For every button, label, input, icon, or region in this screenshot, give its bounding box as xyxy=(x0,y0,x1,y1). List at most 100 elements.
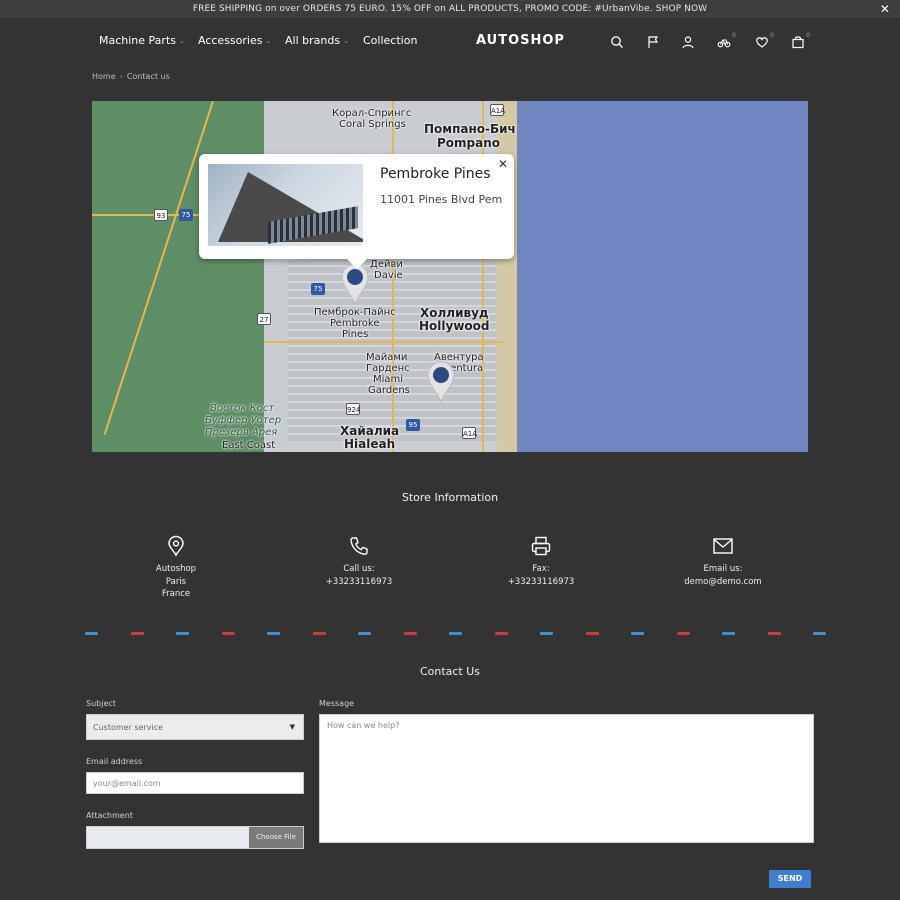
promo-bar: FREE SHIPPING on over ORDERS 75 EURO. 15… xyxy=(0,0,900,18)
map-label: Дейви xyxy=(370,259,403,270)
divider-dash xyxy=(767,632,781,635)
map-label: Гарденс xyxy=(366,363,410,374)
phone-number[interactable]: +33233116973 xyxy=(284,576,434,589)
map-label: Pompano xyxy=(437,136,501,150)
map-road xyxy=(264,341,504,343)
close-icon[interactable]: ✕ xyxy=(498,157,508,171)
nav-item-machine-parts[interactable]: Machine Parts ⌄ xyxy=(99,34,185,47)
map-road-shield: 75 xyxy=(311,283,325,295)
envelope-icon xyxy=(712,535,734,557)
phone-label: Call us: xyxy=(343,564,375,574)
search-icon[interactable] xyxy=(610,35,624,49)
promo-text[interactable]: FREE SHIPPING on over ORDERS 75 EURO. 15… xyxy=(193,4,707,14)
cart-badge: 0 xyxy=(806,32,810,39)
divider-dash xyxy=(403,632,417,635)
contact-title: Contact Us xyxy=(419,665,481,678)
map-label: Хайалиа xyxy=(340,424,400,438)
divider-dash xyxy=(267,632,280,635)
compare-badge: 0 xyxy=(732,32,736,39)
section-divider xyxy=(85,632,826,635)
map-label: Холливуд xyxy=(420,306,489,320)
send-button[interactable]: SEND xyxy=(769,870,811,888)
map-label: East Coast xyxy=(222,440,276,451)
subject-label: Subject xyxy=(86,699,116,708)
compare-icon[interactable]: 0 xyxy=(717,32,736,49)
divider-dash xyxy=(631,632,644,635)
site-logo[interactable]: AUTOSHOP xyxy=(476,33,565,48)
fax-number: +33233116973 xyxy=(507,576,575,587)
map-road-shield: A1A xyxy=(490,104,505,116)
store-fax: Fax: +33233116973 xyxy=(466,535,616,588)
email-field[interactable]: your@email.com xyxy=(86,772,304,794)
divider-dash xyxy=(540,632,553,635)
nav-item-label: Accessories xyxy=(198,34,263,47)
map-pin-aventura[interactable] xyxy=(426,361,456,403)
map-label: Pines xyxy=(342,329,369,340)
attachment-field[interactable]: Choose File xyxy=(86,826,304,849)
wishlist-badge: 0 xyxy=(770,32,774,39)
message-textarea[interactable]: How can we help? xyxy=(319,714,814,843)
map-label: Gardens xyxy=(368,385,410,396)
phone-icon xyxy=(348,535,370,557)
cart-icon[interactable]: 0 xyxy=(791,32,810,49)
divider-dash xyxy=(130,632,144,635)
map-road-shield: 93 xyxy=(154,209,168,221)
map-label: Davie xyxy=(374,270,403,281)
map-label: Презерв Арея xyxy=(205,427,278,438)
address-line: France xyxy=(161,589,191,599)
divider-dash xyxy=(358,632,371,635)
map-label: Coral Springs xyxy=(339,119,406,130)
map-popup: Pembroke Pines 11001 Pines Blvd Pem ✕ xyxy=(199,154,514,269)
chevron-down-icon: ⌄ xyxy=(179,37,185,45)
divider-dash xyxy=(813,632,826,635)
popup-title: Pembroke Pines xyxy=(380,166,491,182)
nav-item-collection[interactable]: Collection xyxy=(363,34,417,47)
map-road-shield: 75 xyxy=(179,209,193,221)
map-pin-pembroke-pines[interactable] xyxy=(340,263,370,305)
flag-icon[interactable] xyxy=(646,35,660,49)
choose-file-button[interactable]: Choose File xyxy=(249,827,303,848)
nav-item-label: All brands xyxy=(285,34,341,47)
store-email: Email us: demo@demo.com xyxy=(648,535,798,588)
divider-dash xyxy=(312,632,326,635)
map-road-shield: 924 xyxy=(346,403,360,415)
nav-item-label: Collection xyxy=(363,34,418,47)
map-label: Miami xyxy=(373,374,404,385)
divider-dash xyxy=(494,632,508,635)
nav-item-all-brands[interactable]: All brands ⌄ xyxy=(285,34,349,47)
store-address: Autoshop Paris France xyxy=(101,535,251,601)
map-road-shield: A1A xyxy=(462,427,477,439)
breadcrumb-current: Contact us xyxy=(126,72,170,81)
divider-dash xyxy=(85,632,98,635)
divider-dash xyxy=(221,632,235,635)
map-label: Hollywood xyxy=(419,319,490,333)
map-label: Помпано-Бич xyxy=(424,122,516,136)
nav-item-label: Machine Parts xyxy=(99,34,176,47)
subject-value: Customer service xyxy=(93,723,164,732)
chevron-down-icon: ⌄ xyxy=(265,37,272,45)
popup-address: 11001 Pines Blvd Pem xyxy=(380,193,503,206)
breadcrumb-separator: › xyxy=(119,72,123,81)
map-label: Майами xyxy=(366,352,408,363)
subject-select[interactable]: Customer service ▼ xyxy=(86,714,304,740)
heart-icon[interactable]: 0 xyxy=(755,32,774,49)
fax-label: Fax: xyxy=(532,564,550,574)
breadcrumb: Home › Contact us xyxy=(92,72,170,81)
caret-down-icon: ▼ xyxy=(289,723,295,731)
map-road-shield: 95 xyxy=(406,419,420,431)
location-pin-icon xyxy=(165,535,187,557)
message-label: Message xyxy=(319,699,355,708)
printer-icon xyxy=(530,535,552,557)
nav-item-accessories[interactable]: Accessories ⌄ xyxy=(198,34,271,47)
close-icon[interactable]: ✕ xyxy=(880,0,890,18)
map-ocean xyxy=(517,101,808,452)
breadcrumb-home[interactable]: Home xyxy=(92,72,116,81)
divider-dash xyxy=(722,632,735,635)
email-address[interactable]: demo@demo.com xyxy=(648,576,798,589)
map-label: Pembroke xyxy=(330,318,380,329)
email-label: Email us: xyxy=(703,564,743,574)
address-line: Autoshop xyxy=(155,564,197,574)
user-icon[interactable] xyxy=(681,35,695,49)
store-phone: Call us: +33233116973 xyxy=(284,535,434,588)
email-field-label: Email address xyxy=(86,757,143,766)
